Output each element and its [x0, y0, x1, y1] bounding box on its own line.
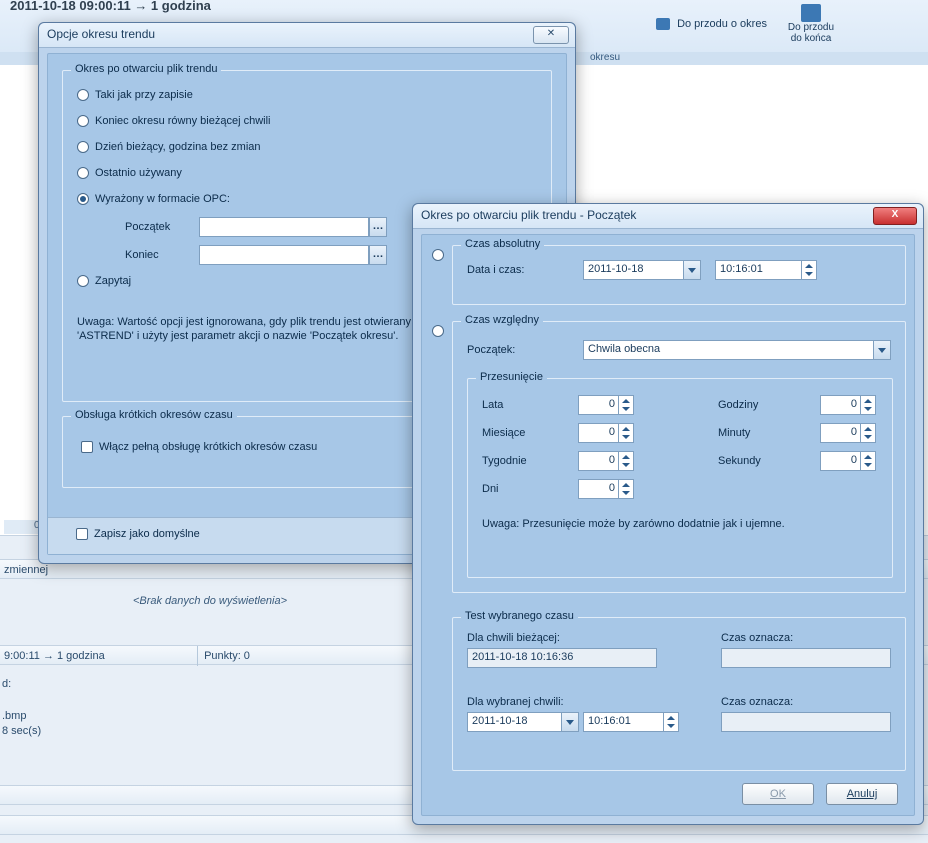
radio-icon: [77, 141, 89, 153]
select-rel-poczatek[interactable]: Chwila obecna: [583, 340, 891, 360]
radio-koniec-biezaca[interactable]: Koniec okresu równy bieżącej chwili: [77, 115, 270, 127]
dialog-period-start: Okres po otwarciu plik trendu - Początek…: [412, 203, 924, 825]
checkbox-icon: [76, 528, 88, 540]
spinner-icon[interactable]: [618, 424, 633, 442]
output-czas-oznacza-1: [721, 648, 891, 668]
log-secs-line: 8 sec(s): [2, 724, 422, 739]
radio-icon: [77, 275, 89, 287]
checkbox-icon: [81, 441, 93, 453]
dialog1-title: Opcje okresu trendu: [47, 27, 155, 41]
btn-forward-to-end[interactable]: Do przodu do końca: [778, 2, 844, 52]
spinner-icon[interactable]: [618, 480, 633, 498]
input-lata[interactable]: 0: [578, 395, 634, 415]
label-minuty: Minuty: [718, 427, 750, 439]
group-test-selected-time: Test wybranego czasu Dla chwili bieżącej…: [452, 617, 906, 771]
checkbox-save-default[interactable]: Zapisz jako domyślne: [76, 528, 200, 540]
label-koniec: Koniec: [125, 249, 159, 261]
input-abs-date[interactable]: 2011-10-18: [583, 260, 701, 280]
note-offset: Uwaga: Przesunięcie może by zarówno doda…: [482, 517, 878, 531]
dropdown-icon[interactable]: [561, 713, 578, 731]
label-miesiace: Miesiące: [482, 427, 525, 439]
label-data-i-czas: Data i czas:: [467, 264, 524, 276]
output-dla-biezacej: 2011-10-18 10:16:36: [467, 648, 657, 668]
label-lata: Lata: [482, 399, 503, 411]
input-tygodnie[interactable]: 0: [578, 451, 634, 471]
label-czas-oznacza-2: Czas oznacza:: [721, 696, 793, 708]
spinner-icon[interactable]: [860, 452, 875, 470]
radio-ostatnio-uzywany[interactable]: Ostatnio używany: [77, 167, 182, 179]
input-sekundy[interactable]: 0: [820, 451, 876, 471]
dialog1-titlebar: Opcje okresu trendu ✕: [39, 23, 575, 48]
label-sekundy: Sekundy: [718, 455, 761, 467]
legend-offset: Przesunięcie: [476, 371, 547, 383]
label-dla-biezacej: Dla chwili bieżącej:: [467, 632, 560, 644]
log-bmp-line: .bmp: [2, 709, 422, 724]
label-dla-wybranej: Dla wybranej chwili:: [467, 696, 564, 708]
group-open-period-legend: Okres po otwarciu plik trendu: [71, 63, 221, 75]
dropdown-icon[interactable]: [683, 261, 700, 279]
radio-dzien-biezacy[interactable]: Dzień bieżący, godzina bez zmian: [77, 141, 261, 153]
input-poczatek[interactable]: [199, 217, 369, 237]
radio-icon: [77, 115, 89, 127]
btn-koniec-browse[interactable]: …: [369, 245, 387, 265]
label-czas-oznacza-1: Czas oznacza:: [721, 632, 793, 644]
checkbox-full-short[interactable]: Włącz pełną obsługę krótkich okresów cza…: [81, 441, 317, 453]
no-data-message: <Brak danych do wyświetlenia>: [0, 595, 420, 623]
spinner-icon[interactable]: [860, 424, 875, 442]
label-poczatek: Początek: [125, 221, 170, 233]
spinner-icon[interactable]: [618, 452, 633, 470]
input-miesiace[interactable]: 0: [578, 423, 634, 443]
btn-forward-period[interactable]: Do przodu o okres: [656, 18, 767, 30]
output-czas-oznacza-2: [721, 712, 891, 732]
input-abs-time[interactable]: 10:16:01: [715, 260, 817, 280]
dialog2-close-button[interactable]: X: [873, 207, 917, 225]
input-dla-wyb-time[interactable]: 10:16:01: [583, 712, 679, 732]
radio-icon: [77, 193, 89, 205]
legend-relative: Czas względny: [461, 314, 543, 326]
radio-czas-wzgledny[interactable]: [432, 325, 450, 337]
spinner-icon[interactable]: [801, 261, 816, 279]
label-rel-poczatek: Początek:: [467, 344, 515, 356]
label-tygodnie: Tygodnie: [482, 455, 527, 467]
input-minuty[interactable]: 0: [820, 423, 876, 443]
dialog2-body: Czas absolutny Data i czas: 2011-10-18 1…: [421, 234, 915, 816]
btn-poczatek-browse[interactable]: …: [369, 217, 387, 237]
btn-anuluj[interactable]: Anuluj: [826, 783, 898, 805]
legend-test: Test wybranego czasu: [461, 610, 578, 622]
group-relative-time: Czas względny Początek: Chwila obecna Pr…: [452, 321, 906, 593]
spinner-icon[interactable]: [860, 396, 875, 414]
radio-taki-jak-przy-zapisie[interactable]: Taki jak przy zapisie: [77, 89, 193, 101]
dialog1-close-button[interactable]: ✕: [533, 26, 569, 44]
dialog2-title: Okres po otwarciu plik trendu - Początek: [421, 208, 636, 222]
btn-ok[interactable]: OK: [742, 783, 814, 805]
radio-czas-absolutny[interactable]: [432, 249, 450, 261]
legend-absolute: Czas absolutny: [461, 238, 544, 250]
group-absolute-time: Czas absolutny Data i czas: 2011-10-18 1…: [452, 245, 906, 305]
spinner-icon[interactable]: [663, 713, 678, 731]
group-short-periods-legend: Obsługa krótkich okresów czasu: [71, 409, 237, 421]
radio-icon: [77, 89, 89, 101]
time-range-header: 2011-10-18 09:00:11 → 1 godzina: [10, 0, 211, 13]
radio-zapytaj[interactable]: Zapytaj: [77, 275, 131, 287]
radio-icon: [432, 249, 444, 261]
forward-end-icon: [801, 4, 821, 22]
label-godziny: Godziny: [718, 399, 758, 411]
log-d-label: d:: [2, 677, 422, 692]
input-koniec[interactable]: [199, 245, 369, 265]
spinner-icon[interactable]: [618, 396, 633, 414]
radio-icon: [432, 325, 444, 337]
group-offset: Przesunięcie Lata 0 Miesiące 0 Tygodnie …: [467, 378, 893, 578]
label-dni: Dni: [482, 483, 499, 495]
input-dla-wyb-date[interactable]: 2011-10-18: [467, 712, 579, 732]
dropdown-icon[interactable]: [873, 341, 890, 359]
arrow-icon: [656, 18, 670, 30]
dialog2-titlebar: Okres po otwarciu plik trendu - Początek…: [413, 204, 923, 229]
input-dni[interactable]: 0: [578, 479, 634, 499]
radio-icon: [77, 167, 89, 179]
input-godziny[interactable]: 0: [820, 395, 876, 415]
radio-opc[interactable]: Wyrażony w formacie OPC:: [77, 193, 230, 205]
